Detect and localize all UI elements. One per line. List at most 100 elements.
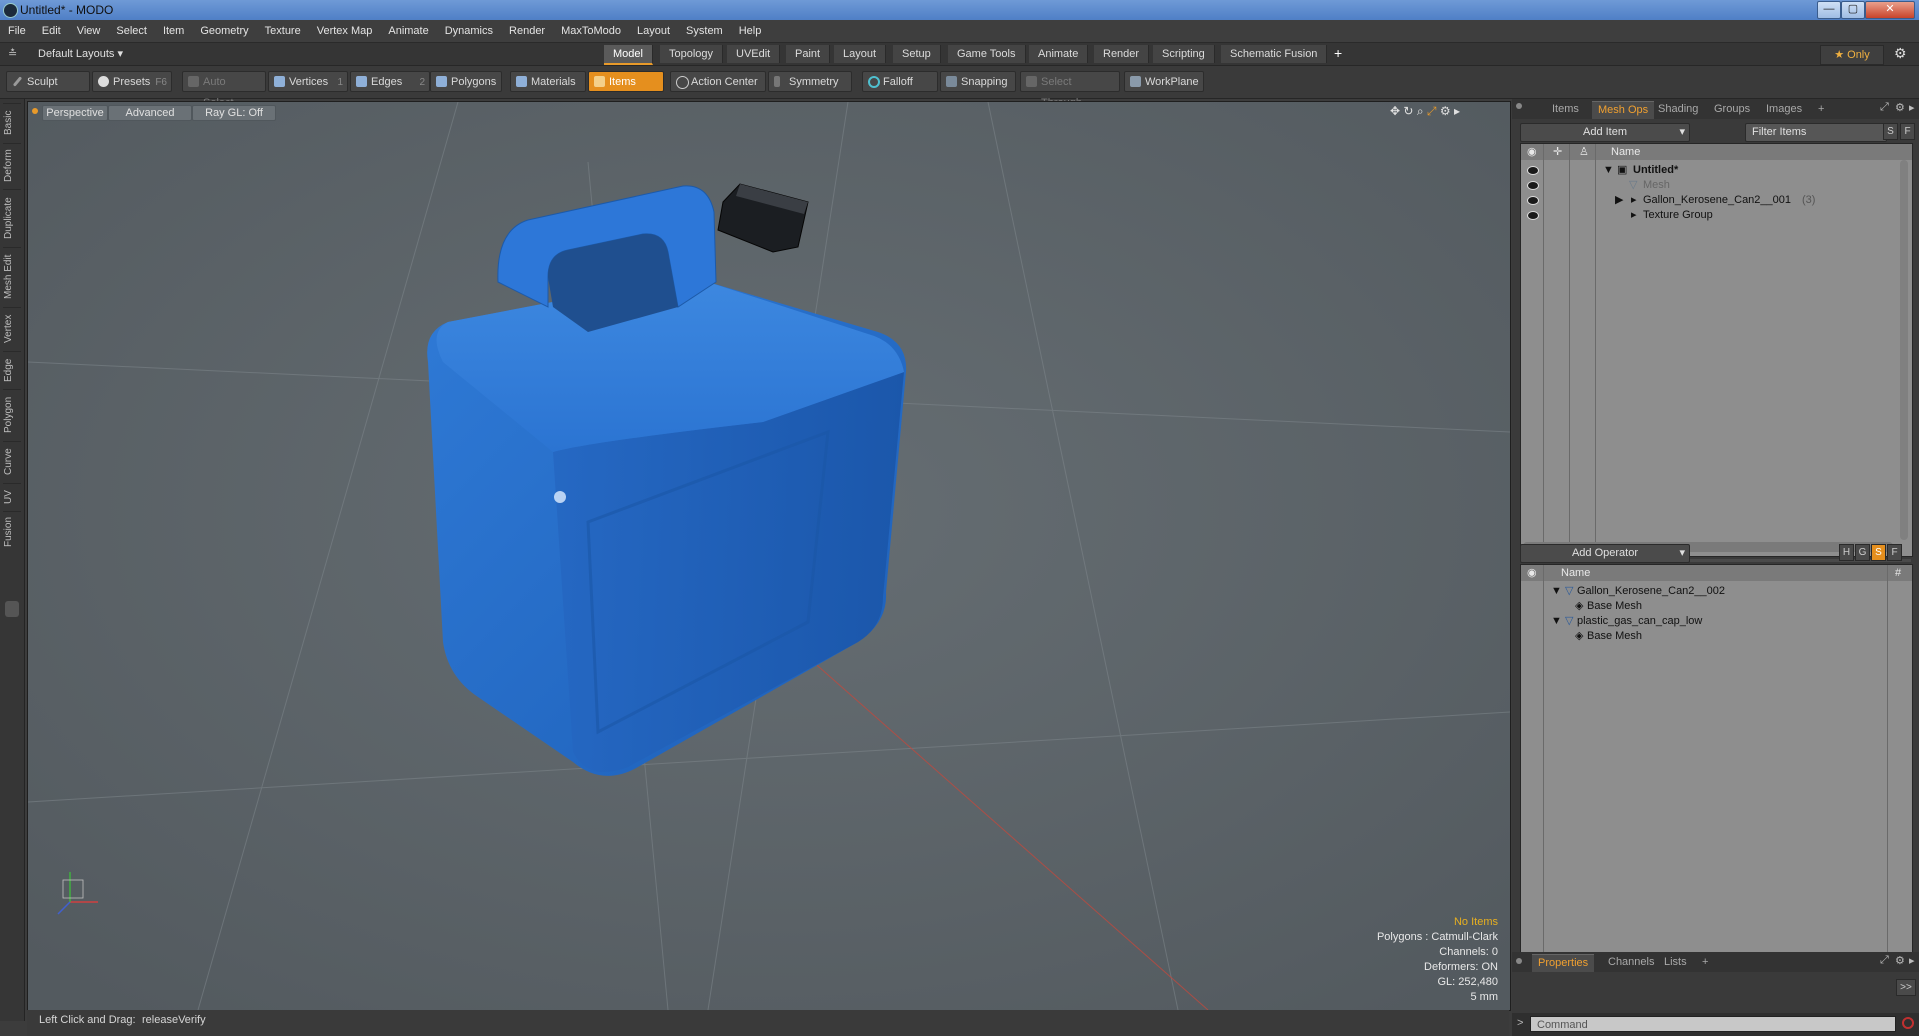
viewport-options-icon[interactable] <box>32 108 38 114</box>
menu-file[interactable]: File <box>0 20 34 42</box>
rotate-icon[interactable]: ↻ <box>1403 104 1413 118</box>
tab-uvedit[interactable]: UVEdit <box>727 45 781 63</box>
only-toggle-button[interactable]: ★ Only <box>1820 45 1884 65</box>
viewport-settings-icon[interactable]: ⚙ <box>1440 104 1451 118</box>
add-panel-tab-button[interactable]: + <box>1812 101 1830 118</box>
raygl-button[interactable]: Ray GL: Off <box>192 105 276 121</box>
command-record-icon[interactable] <box>1902 1017 1914 1029</box>
tab-groups[interactable]: Groups <box>1708 101 1756 118</box>
tab-images[interactable]: Images <box>1760 101 1808 118</box>
menu-geometry[interactable]: Geometry <box>192 20 256 42</box>
tab-polygon[interactable]: Polygon <box>3 389 21 440</box>
tab-shading[interactable]: Shading <box>1652 101 1704 118</box>
menu-dynamics[interactable]: Dynamics <box>437 20 501 42</box>
visibility-eye-icon[interactable] <box>1527 196 1539 205</box>
meshops-h-button[interactable]: H <box>1839 544 1854 561</box>
edges-button[interactable]: Edges 2 <box>350 71 430 92</box>
action-center-button[interactable]: Action Center <box>670 71 766 92</box>
advanced-button[interactable]: Advanced <box>108 105 192 121</box>
mesh-ops-list-panel[interactable]: ◉ Name # ▼ ▽ Gallon_Kerosene_Can2__002 ◈… <box>1520 564 1913 972</box>
tab-paint[interactable]: Paint <box>786 45 831 63</box>
auto-select-button[interactable]: Auto Select <box>182 71 266 109</box>
pan-icon[interactable]: ✥ <box>1390 104 1400 118</box>
menu-layout[interactable]: Layout <box>629 20 678 42</box>
vertices-button[interactable]: Vertices 1 <box>268 71 348 92</box>
command-input[interactable]: Command <box>1530 1016 1896 1032</box>
meshops-g-button[interactable]: G <box>1855 544 1870 561</box>
filter-items-input[interactable]: Filter Items <box>1745 123 1887 142</box>
viewport-expand-icon[interactable]: ▸ <box>1454 104 1460 118</box>
select-through-button[interactable]: Select Through <box>1020 71 1120 109</box>
properties-expand-button[interactable]: >> <box>1896 979 1916 996</box>
menu-view[interactable]: View <box>69 20 109 42</box>
materials-button[interactable]: Materials <box>510 71 586 92</box>
panel-options-icon[interactable] <box>1516 958 1522 964</box>
tab-lists[interactable]: Lists <box>1658 954 1693 971</box>
sculpt-button[interactable]: Sculpt <box>6 71 90 92</box>
meshops-f-button[interactable]: F <box>1887 544 1902 561</box>
default-layouts-menu[interactable]: Default Layouts ▾ <box>38 47 123 60</box>
panel-options-icon[interactable] <box>1516 103 1522 109</box>
tab-basic[interactable]: Basic <box>3 103 21 142</box>
vertical-scrollbar[interactable] <box>1900 160 1908 540</box>
fit-icon[interactable]: ⤢ <box>1427 104 1437 118</box>
panel-expand-icon[interactable]: ⤢ <box>1880 101 1889 114</box>
gear-icon[interactable]: ⚙ <box>1894 45 1907 62</box>
items-button[interactable]: Items <box>588 71 664 92</box>
tab-channels[interactable]: Channels <box>1602 954 1660 971</box>
tab-items[interactable]: Items <box>1546 101 1585 118</box>
tab-duplicate[interactable]: Duplicate <box>3 189 21 246</box>
tab-mesh-edit[interactable]: Mesh Edit <box>3 247 21 306</box>
tab-scripting[interactable]: Scripting <box>1153 45 1215 63</box>
minimize-button[interactable]: — <box>1817 1 1841 19</box>
tab-layout[interactable]: Layout <box>834 45 887 63</box>
add-operator-dropdown[interactable]: Add Operator ▾ <box>1520 544 1690 563</box>
visibility-eye-icon[interactable] <box>1527 211 1539 220</box>
polygons-button[interactable]: Polygons <box>430 71 502 92</box>
add-item-dropdown[interactable]: Add Item ▾ <box>1520 123 1690 142</box>
visibility-eye-icon[interactable] <box>1527 181 1539 190</box>
add-tab-button[interactable]: + <box>1334 45 1342 61</box>
zoom-icon[interactable]: ⌕ <box>1417 104 1424 118</box>
tab-game-tools[interactable]: Game Tools <box>948 45 1026 63</box>
tab-mesh-ops[interactable]: Mesh Ops <box>1592 101 1655 119</box>
panel-expand-icon[interactable]: ⤢ <box>1880 954 1889 967</box>
tab-render[interactable]: Render <box>1094 45 1150 63</box>
menu-texture[interactable]: Texture <box>257 20 309 42</box>
panel-gear-icon[interactable]: ⚙ <box>1895 954 1905 967</box>
presets-button[interactable]: Presets F6 <box>92 71 172 92</box>
menu-select[interactable]: Select <box>108 20 155 42</box>
menu-vertex-map[interactable]: Vertex Map <box>309 20 381 42</box>
menu-render[interactable]: Render <box>501 20 553 42</box>
tab-vertex[interactable]: Vertex <box>3 307 21 350</box>
items-s-button[interactable]: S <box>1883 123 1898 140</box>
falloff-button[interactable]: Falloff <box>862 71 938 92</box>
3d-viewport[interactable]: Perspective Advanced Ray GL: Off ✥ ↻ ⌕ ⤢… <box>27 101 1511 1011</box>
tab-setup[interactable]: Setup <box>893 45 941 63</box>
panel-gear-icon[interactable]: ⚙ <box>1895 101 1905 114</box>
tab-uv[interactable]: UV <box>3 483 21 510</box>
menu-system[interactable]: System <box>678 20 731 42</box>
layout-switch-icon[interactable]: ≛ <box>8 47 17 60</box>
menu-maxtomodo[interactable]: MaxToModo <box>553 20 629 42</box>
tab-deform[interactable]: Deform <box>3 143 21 188</box>
tab-schematic-fusion[interactable]: Schematic Fusion <box>1221 45 1328 63</box>
panel-arrow-icon[interactable]: ▸ <box>1909 954 1915 967</box>
tab-fusion[interactable]: Fusion <box>3 511 21 552</box>
menu-edit[interactable]: Edit <box>34 20 69 42</box>
collapse-tab-handle[interactable] <box>5 601 19 617</box>
tab-model[interactable]: Model <box>604 45 653 65</box>
tab-edge[interactable]: Edge <box>3 351 21 388</box>
meshops-s-button[interactable]: S <box>1871 544 1886 561</box>
maximize-button[interactable]: ▢ <box>1841 1 1865 19</box>
visibility-eye-icon[interactable] <box>1527 166 1539 175</box>
add-panel-tab-button[interactable]: + <box>1696 954 1714 971</box>
menu-help[interactable]: Help <box>731 20 770 42</box>
meshop-row-base-mesh-2[interactable]: ◈ Base Mesh <box>1521 627 1912 645</box>
symmetry-button[interactable]: Symmetry <box>768 71 852 92</box>
menu-animate[interactable]: Animate <box>380 20 436 42</box>
tab-animate[interactable]: Animate <box>1029 45 1089 63</box>
perspective-button[interactable]: Perspective <box>42 105 108 121</box>
item-list-panel[interactable]: ◉ ✛ ♙ Name ▼ ▣ Untitled* ▽ Mesh ▶ ▸ Gall… <box>1520 143 1913 557</box>
item-row-texture-group[interactable]: ▸ Texture Group <box>1521 206 1912 224</box>
